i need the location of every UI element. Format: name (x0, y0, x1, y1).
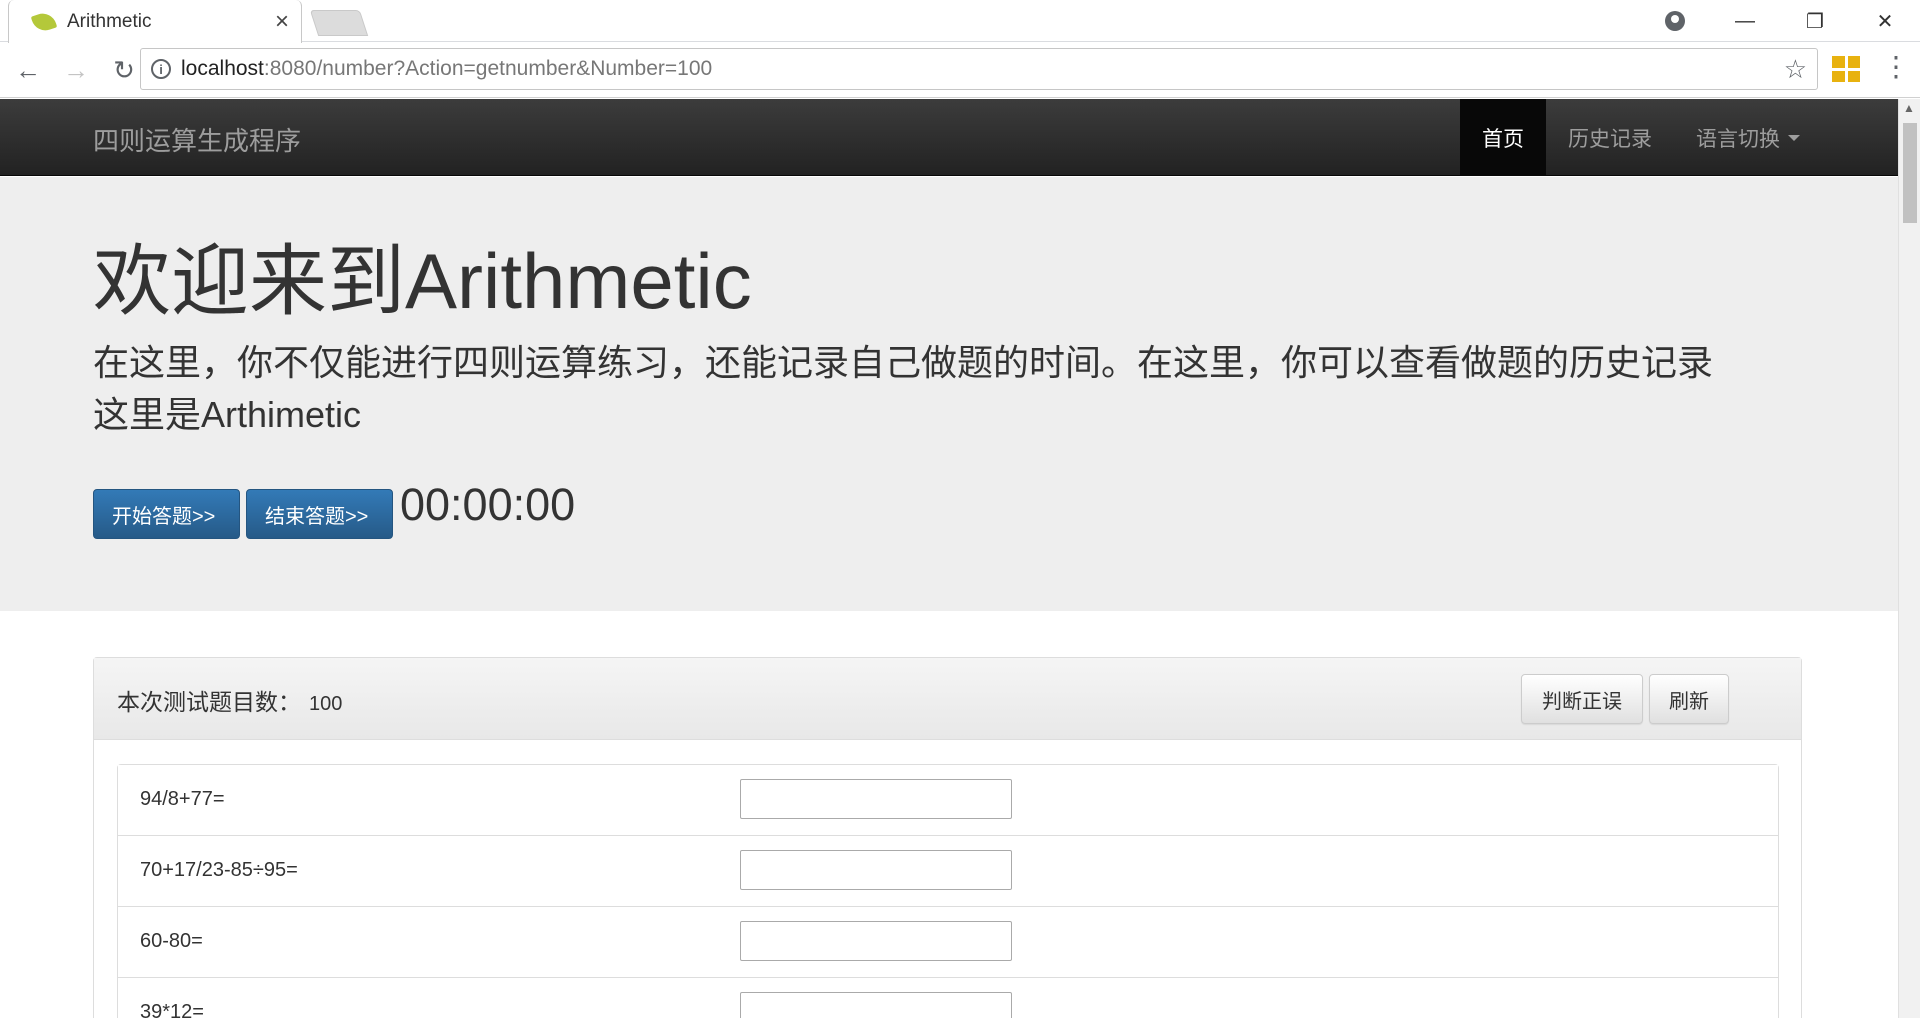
intro-line-1: 在这里，你不仅能进行四则运算练习，还能记录自己做题的时间。在这里，你可以查看做题… (93, 342, 1714, 383)
tab-title: Arithmetic (67, 10, 152, 32)
question-list: 94/8+77= 70+17/23-85÷95= 60-80= 39*12= (117, 764, 1779, 1018)
answer-input[interactable] (740, 779, 1012, 819)
intro-line-2: 这里是Arthimetic (93, 394, 362, 435)
scroll-thumb[interactable] (1903, 123, 1917, 223)
navbar-brand[interactable]: 四则运算生成程序 (93, 121, 301, 158)
browser-menu-icon[interactable]: ⋮ (1882, 53, 1910, 81)
intro-text: 在这里，你不仅能进行四则运算练习，还能记录自己做题的时间。在这里，你可以查看做题… (93, 337, 1813, 441)
browser-toolbar: ← → ↻ i localhost:8080/number?Action=get… (0, 43, 1920, 98)
question-expression: 94/8+77= (140, 788, 225, 810)
scroll-up-arrow-icon[interactable]: ▲ (1903, 101, 1915, 115)
answer-input[interactable] (740, 850, 1012, 890)
panel-heading: 本次测试题目数： 100 判断正误 刷新 (94, 658, 1801, 740)
profile-icon (1665, 11, 1685, 31)
question-row: 39*12= (118, 978, 1778, 1018)
answer-input[interactable] (740, 992, 1012, 1018)
answer-input[interactable] (740, 921, 1012, 961)
refresh-button[interactable]: 刷新 (1649, 674, 1729, 724)
restore-button[interactable]: ❐ (1780, 0, 1850, 42)
caret-down-icon (1788, 134, 1800, 141)
info-icon[interactable]: i (151, 59, 171, 79)
leaf-favicon-icon (30, 9, 58, 34)
question-count-label: 本次测试题目数： (117, 689, 301, 715)
url-host: localhost (181, 57, 264, 80)
browser-tab-bar: Arithmetic × — ❐ ✕ (0, 0, 1920, 43)
tab-close-icon[interactable]: × (275, 9, 289, 34)
extension-icon[interactable] (1832, 56, 1860, 82)
question-row: 60-80= (118, 907, 1778, 978)
quiz-panel: 本次测试题目数： 100 判断正误 刷新 94/8+77= 70+17/23-85… (93, 657, 1802, 1018)
address-bar[interactable]: i localhost:8080/number?Action=getnumber… (140, 48, 1818, 90)
browser-tab[interactable]: Arithmetic × (8, 0, 302, 43)
profile-button[interactable] (1640, 0, 1710, 42)
nav-link-home[interactable]: 首页 (1460, 99, 1546, 176)
reload-icon[interactable]: ↻ (104, 50, 144, 90)
question-row: 94/8+77= (118, 765, 1778, 836)
forward-arrow-icon[interactable]: → (56, 50, 96, 90)
jumbotron: 欢迎来到Arithmetic 在这里，你不仅能进行四则运算练习，还能记录自己做题… (0, 177, 1898, 611)
close-window-button[interactable]: ✕ (1850, 0, 1920, 42)
bookmark-star-icon[interactable]: ☆ (1784, 54, 1807, 85)
nav-link-history[interactable]: 历史记录 (1546, 99, 1674, 176)
minimize-button[interactable]: — (1710, 0, 1780, 42)
question-count: 本次测试题目数： 100 (117, 683, 342, 717)
end-answer-button[interactable]: 结束答题>> (246, 489, 393, 539)
language-label: 语言切换 (1696, 127, 1780, 151)
url-text[interactable]: localhost:8080/number?Action=getnumber&N… (181, 57, 712, 81)
judge-button[interactable]: 判断正误 (1521, 674, 1643, 724)
window-controls: — ❐ ✕ (1640, 0, 1920, 42)
page-viewport: 四则运算生成程序 首页 历史记录 语言切换 欢迎来到Arithmetic 在这里… (0, 99, 1898, 1018)
question-expression: 70+17/23-85÷95= (140, 859, 298, 881)
start-answer-button[interactable]: 开始答题>> (93, 489, 240, 539)
new-tab-button[interactable] (309, 10, 369, 36)
url-path: :8080/number?Action=getnumber&Number=100 (263, 57, 713, 80)
question-row: 70+17/23-85÷95= (118, 836, 1778, 907)
navbar-links: 首页 历史记录 语言切换 (1460, 99, 1822, 176)
question-expression: 60-80= (140, 930, 203, 952)
nav-link-language[interactable]: 语言切换 (1674, 99, 1822, 176)
timer-display: 00:00:00 (400, 479, 576, 530)
question-count-value: 100 (309, 693, 343, 715)
question-expression: 39*12= (140, 1001, 204, 1018)
page-scrollbar[interactable]: ▲ (1898, 99, 1920, 1018)
page-title: 欢迎来到Arithmetic (93, 237, 752, 325)
site-navbar: 四则运算生成程序 首页 历史记录 语言切换 (0, 99, 1898, 176)
back-arrow-icon[interactable]: ← (8, 50, 48, 90)
